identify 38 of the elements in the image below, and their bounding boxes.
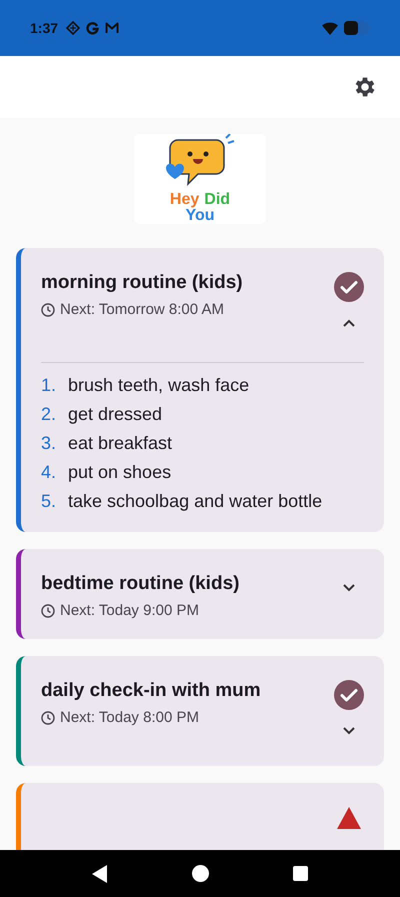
g-logo-icon (86, 22, 100, 34)
step-number: 4. (41, 462, 58, 483)
checkmark-circle-icon[interactable] (334, 680, 364, 710)
routine-card[interactable]: daily check-in with mum Next: Today 8:00 PM (16, 656, 384, 766)
logo-word: You (185, 208, 215, 224)
logo-word: Hey (170, 192, 200, 208)
chevron-up-icon[interactable] (342, 318, 356, 328)
checkmark-circle-icon[interactable] (334, 272, 364, 302)
wifi-icon (322, 22, 338, 34)
routine-title: daily check-in with mum (41, 680, 262, 702)
step-text: brush teeth, wash face (68, 375, 250, 396)
mail-icon (105, 22, 120, 34)
chevron-down-icon[interactable] (342, 583, 356, 593)
step-number: 2. (41, 404, 58, 425)
step-text: eat breakfast (68, 433, 172, 454)
chevron-down-icon[interactable] (342, 726, 356, 736)
clock-icon (41, 302, 55, 316)
status-time: 1:37 (30, 20, 58, 36)
clock-icon (41, 604, 55, 618)
step-number: 3. (41, 433, 58, 454)
routine-title: bedtime routine (kids) (41, 573, 240, 595)
next-time: Next: Today 8:00 PM (60, 709, 199, 726)
routine-title: morning routine (kids) (41, 272, 244, 294)
diamond-icon (66, 21, 80, 35)
battery-icon (344, 21, 370, 35)
step-number: 1. (41, 375, 58, 396)
routine-card[interactable]: bedtime routine (kids) Next: Today 9:00 PM (16, 549, 384, 639)
back-icon[interactable] (92, 864, 108, 882)
routine-card[interactable]: morning routine (kids) Next: Tomorrow 8:00 AM 1. brush teeth, wash face 2. get dressed 3. eat breakfast 4. put on shoes 5. take schoolbag and water bottle (16, 248, 384, 532)
clock-icon (41, 710, 55, 724)
step-text: put on shoes (68, 462, 172, 483)
step-text: take schoolbag and water bottle (68, 491, 322, 512)
next-time: Next: Today 9:00 PM (60, 602, 199, 619)
home-icon[interactable] (192, 865, 209, 882)
next-time: Next: Tomorrow 8:00 AM (60, 301, 224, 318)
step-text: get dressed (68, 404, 162, 425)
step-number: 5. (41, 491, 58, 512)
logo-word: Did (204, 192, 230, 208)
